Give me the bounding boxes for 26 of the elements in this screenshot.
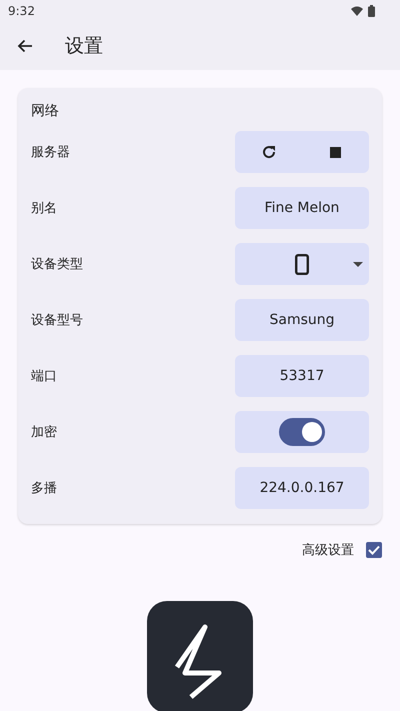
setting-label: 服务器 xyxy=(31,144,70,161)
setting-label: 设备类型 xyxy=(31,256,83,273)
setting-label: 端口 xyxy=(31,368,57,385)
value-field[interactable]: Samsung xyxy=(235,299,369,341)
refresh-icon xyxy=(260,144,276,160)
advanced-checkbox[interactable] xyxy=(366,542,382,558)
status-time: 9:32 xyxy=(8,4,35,18)
back-arrow-icon xyxy=(17,39,33,53)
caret-icon xyxy=(353,262,363,267)
value-field[interactable]: Fine Melon xyxy=(235,187,369,229)
setting-label: 多播 xyxy=(31,480,57,497)
page-title: 设置 xyxy=(65,34,103,59)
setting-label: 加密 xyxy=(31,424,57,441)
wifi-icon xyxy=(351,6,363,16)
device-type-dropdown[interactable] xyxy=(235,243,369,285)
stop-icon xyxy=(330,146,341,158)
section-title: 网络 xyxy=(31,102,60,121)
setting-label: 设备型号 xyxy=(31,312,83,329)
phone-icon xyxy=(295,254,309,274)
value-field[interactable]: 53317 xyxy=(235,355,369,397)
setting-label: 别名 xyxy=(31,200,57,217)
encryption-switch[interactable] xyxy=(279,418,325,446)
battery-icon xyxy=(368,5,375,17)
value-field[interactable]: 224.0.0.167 xyxy=(235,467,369,509)
advanced-settings-label: 高级设置 xyxy=(302,542,354,559)
back-button[interactable] xyxy=(17,39,33,53)
